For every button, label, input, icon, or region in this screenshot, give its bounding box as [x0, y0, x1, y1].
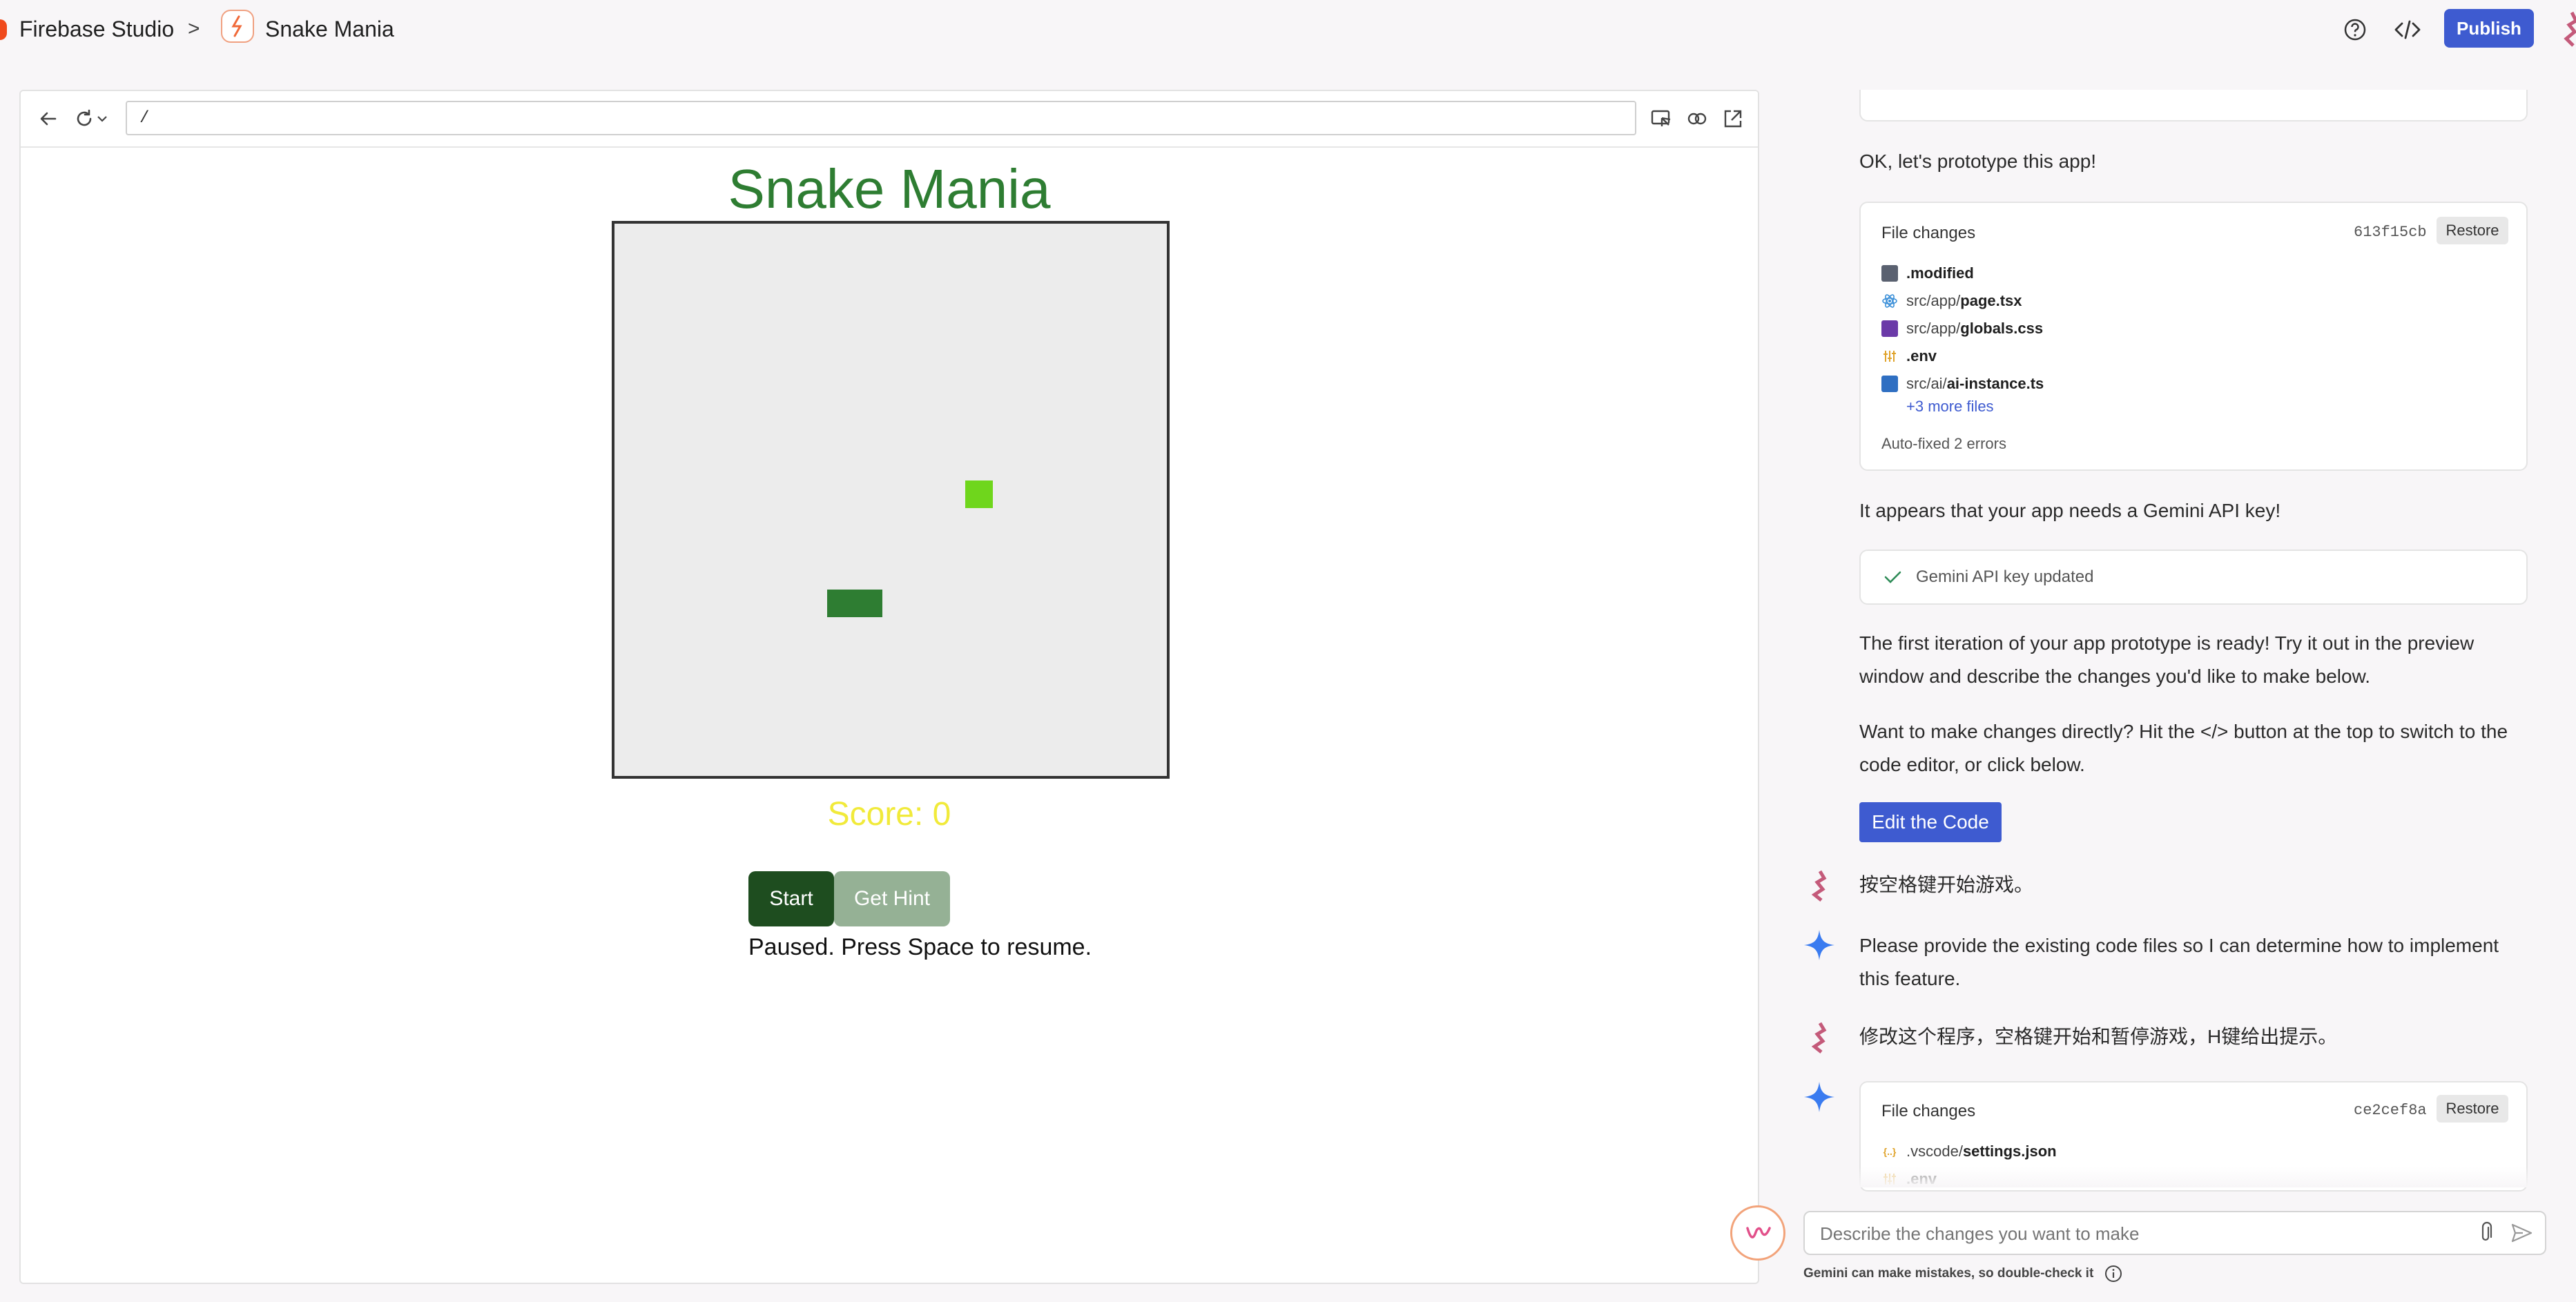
game-title: Snake Mania: [728, 158, 1051, 220]
brand-name[interactable]: Firebase Studio: [19, 14, 174, 44]
help-icon[interactable]: [2338, 12, 2372, 47]
ai-message: It appears that your app needs a Gemini …: [1859, 500, 2281, 521]
file-changes-title: File changes: [1881, 1102, 1976, 1120]
user-avatar: [1805, 1020, 1835, 1055]
preview-panel: / Snake Mania Score: 0 Start Get Hint Pa…: [19, 90, 1759, 1284]
typescript-icon: [1881, 376, 1898, 392]
previous-card-bottom: [1859, 90, 2528, 122]
api-key-card: Gemini API key updated: [1859, 550, 2528, 605]
scroll-fade: [1859, 1167, 2528, 1187]
file-item[interactable]: {..} .vscode/settings.json: [1881, 1138, 2057, 1165]
send-icon[interactable]: [2509, 1221, 2534, 1245]
json-icon: {..}: [1883, 1146, 1897, 1157]
open-external-icon[interactable]: [1719, 105, 1747, 133]
ai-message: Want to make changes directly? Hit the <…: [1859, 721, 2508, 775]
top-bar: Firebase Studio > Snake Mania Publish: [0, 0, 2576, 62]
ai-message: Please provide the existing code files s…: [1859, 935, 2499, 989]
file-item[interactable]: .env: [1881, 342, 2044, 370]
game-board[interactable]: [612, 221, 1170, 779]
more-files-link[interactable]: +3 more files: [1906, 398, 1994, 416]
edit-code-button[interactable]: Edit the Code: [1859, 802, 2002, 842]
preview-toolbar: /: [21, 91, 1758, 148]
commit-hash: ce2cef8a: [2354, 1102, 2427, 1119]
file-item[interactable]: src/app/page.tsx: [1881, 287, 2044, 315]
restore-button[interactable]: Restore: [2437, 217, 2508, 244]
ai-message: The first iteration of your app prototyp…: [1859, 632, 2475, 687]
gemini-star-icon: [1802, 1080, 1837, 1114]
file-item[interactable]: src/ai/ai-instance.ts: [1881, 370, 2044, 398]
snake-body: [827, 590, 882, 617]
api-key-status: Gemini API key updated: [1881, 566, 2093, 588]
firebase-logo-icon: [0, 19, 7, 40]
project-icon: [221, 10, 254, 43]
start-button[interactable]: Start: [748, 871, 834, 926]
get-hint-button[interactable]: Get Hint: [834, 871, 950, 926]
file-item[interactable]: .modified: [1881, 260, 2044, 287]
snake-food: [965, 480, 993, 508]
user-avatar[interactable]: [2558, 8, 2576, 50]
file-item[interactable]: src/app/globals.css: [1881, 315, 2044, 342]
url-input[interactable]: /: [126, 101, 1636, 135]
score-display: Score: 0: [827, 796, 951, 833]
disclaimer: Gemini can make mistakes, so double-chec…: [1803, 1265, 2122, 1283]
publish-button[interactable]: Publish: [2444, 9, 2534, 48]
code-toggle-icon[interactable]: [2390, 12, 2425, 47]
user-avatar: [1805, 868, 1835, 903]
file-changes-title: File changes: [1881, 224, 1976, 242]
gemini-prototyper-button[interactable]: [1730, 1205, 1785, 1261]
link-icon[interactable]: [1683, 105, 1711, 133]
file-changes-card: File changes 613f15cb Restore .modified …: [1859, 202, 2528, 471]
prompt-input-box[interactable]: [1803, 1211, 2546, 1255]
env-icon: [1881, 348, 1898, 365]
file-icon: [1881, 265, 1898, 282]
attach-icon[interactable]: [2473, 1221, 2498, 1245]
gemini-star-icon: [1802, 928, 1837, 962]
user-message: 修改这个程序，空格键开始和暂停游戏，H键给出提示。: [1859, 1026, 2338, 1047]
react-icon: [1881, 293, 1898, 309]
autofix-note: Auto-fixed 2 errors: [1881, 435, 2006, 452]
info-icon[interactable]: [2104, 1265, 2122, 1283]
check-icon: [1884, 571, 1901, 583]
user-message: 按空格键开始游戏。: [1859, 874, 2034, 895]
ai-message: OK, let's prototype this app!: [1859, 150, 2097, 172]
chevron-down-icon[interactable]: [93, 105, 112, 133]
prompt-input[interactable]: [1819, 1219, 2443, 1248]
game-status-text: Paused. Press Space to resume.: [748, 934, 1092, 960]
breadcrumb-separator-icon: >: [188, 17, 200, 40]
css-icon: [1881, 320, 1898, 337]
restore-button[interactable]: Restore: [2437, 1095, 2508, 1123]
back-icon[interactable]: [35, 105, 62, 133]
project-name[interactable]: Snake Mania: [265, 14, 394, 44]
file-list: .modified src/app/page.tsx src/app/globa…: [1881, 260, 2044, 398]
commit-hash: 613f15cb: [2354, 224, 2427, 241]
inspect-icon[interactable]: [1647, 105, 1675, 133]
